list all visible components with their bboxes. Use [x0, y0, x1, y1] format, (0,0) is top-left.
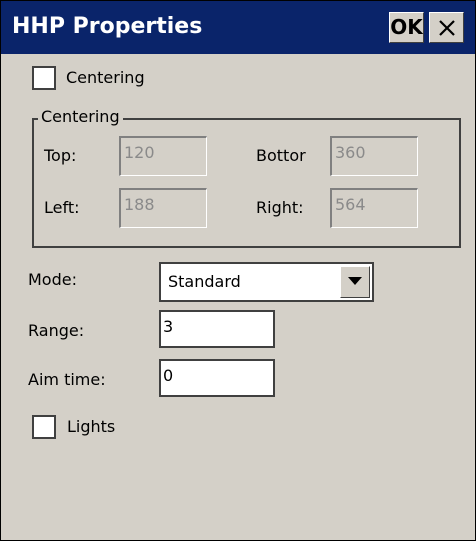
left-field[interactable]: 188: [119, 188, 207, 228]
left-label: Left:: [44, 198, 80, 217]
range-field[interactable]: 3: [159, 310, 275, 348]
mode-dropdown-button[interactable]: [340, 266, 370, 298]
range-label: Range:: [28, 321, 85, 340]
lights-checkbox[interactable]: [32, 415, 56, 439]
dialog-content: Centering Centering Top: 120 Bottor 360 …: [1, 54, 475, 540]
mode-dropdown[interactable]: Standard: [159, 262, 374, 302]
mode-label: Mode:: [28, 270, 77, 289]
close-icon: [438, 20, 455, 36]
ok-button[interactable]: OK: [389, 12, 424, 43]
right-label: Right:: [256, 198, 304, 217]
centering-group-legend: Centering: [38, 107, 123, 127]
top-field[interactable]: 120: [119, 136, 207, 176]
aim-time-label: Aim time:: [28, 370, 106, 389]
bottom-label: Bottor: [256, 146, 306, 165]
right-field[interactable]: 564: [330, 188, 418, 228]
title-bar: HHP Properties OK: [1, 1, 475, 54]
aim-time-field[interactable]: 0: [159, 359, 275, 397]
mode-value: Standard: [168, 272, 241, 291]
top-label: Top:: [44, 146, 77, 165]
hhp-properties-dialog: HHP Properties OK Centering Centering To…: [0, 0, 476, 541]
lights-checkbox-label: Lights: [67, 417, 116, 436]
close-button[interactable]: [429, 12, 464, 43]
bottom-field[interactable]: 360: [330, 136, 418, 176]
centering-checkbox-label: Centering: [66, 68, 145, 87]
chevron-down-icon: [348, 277, 362, 285]
window-title: HHP Properties: [12, 14, 203, 39]
centering-checkbox[interactable]: [32, 66, 56, 90]
